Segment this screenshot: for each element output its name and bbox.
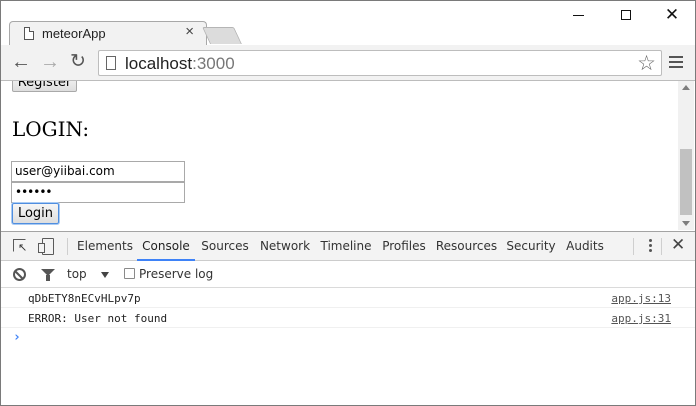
login-button[interactable]: Login: [12, 203, 59, 224]
console-prompt-icon[interactable]: ›: [13, 330, 21, 345]
preserve-log-checkbox[interactable]: [124, 268, 135, 279]
maximize-icon: [621, 10, 631, 21]
address-bar[interactable]: localhost:3000 ☆: [98, 50, 662, 76]
browser-window: meteorApp × ✕ ← → ↻ localhost:3000 ☆ Reg…: [0, 0, 696, 406]
console-source-link[interactable]: app.js:13: [611, 292, 671, 305]
scrollbar-thumb[interactable]: [680, 149, 692, 215]
reload-icon[interactable]: ↻: [67, 51, 89, 73]
device-mode-icon[interactable]: [38, 238, 54, 255]
scroll-down-icon[interactable]: [682, 221, 690, 226]
console-message-text: ERROR: User not found: [28, 312, 168, 325]
console-source-link[interactable]: app.js:31: [611, 312, 671, 325]
filter-icon[interactable]: [41, 269, 55, 281]
register-button[interactable]: Register: [12, 81, 77, 92]
bookmark-star-icon[interactable]: ☆: [637, 51, 656, 76]
url-host: localhost: [125, 54, 193, 73]
minimize-button[interactable]: [568, 5, 588, 25]
tab-network[interactable]: Network: [256, 232, 314, 261]
menu-icon[interactable]: [669, 56, 683, 70]
toolbar-divider: [67, 238, 68, 255]
page-scrollbar[interactable]: [678, 81, 694, 230]
browser-tab[interactable]: meteorApp ×: [9, 21, 207, 45]
new-tab-button[interactable]: [202, 27, 242, 44]
devtools-tab-bar: Elements Console Sources Network Timelin…: [1, 232, 695, 261]
title-bar: meteorApp × ✕: [1, 1, 695, 45]
tab-console[interactable]: Console: [137, 232, 195, 261]
toolbar-divider: [661, 238, 662, 255]
console-message-text: qDbETY8nECvHLpv7p: [28, 292, 141, 305]
password-field[interactable]: ••••••: [11, 182, 185, 203]
inspect-element-icon[interactable]: [12, 238, 28, 254]
more-options-icon[interactable]: [649, 239, 653, 255]
maximize-button[interactable]: [616, 5, 636, 25]
url-text: localhost:3000: [125, 54, 235, 74]
tab-title: meteorApp: [42, 26, 106, 41]
console-message: qDbETY8nECvHLpv7p app.js:13: [1, 288, 695, 308]
page-viewport: Register LOGIN: user@yiibai.com •••••• L…: [1, 81, 695, 230]
context-selector[interactable]: top: [67, 267, 87, 281]
browser-toolbar: ← → ↻ localhost:3000 ☆: [1, 45, 695, 81]
tab-close-icon[interactable]: ×: [185, 23, 194, 40]
tab-sources[interactable]: Sources: [198, 232, 252, 261]
toolbar-divider: [633, 238, 634, 255]
scroll-up-icon[interactable]: [682, 85, 690, 90]
clear-console-icon[interactable]: [13, 268, 26, 281]
devtools-panel: Elements Console Sources Network Timelin…: [1, 231, 695, 405]
email-field[interactable]: user@yiibai.com: [11, 161, 185, 182]
window-close-button[interactable]: ✕: [662, 5, 682, 25]
back-icon[interactable]: ←: [10, 51, 32, 73]
tab-security[interactable]: Security: [504, 232, 558, 261]
console-message: ERROR: User not found app.js:31: [1, 308, 695, 328]
tab-profiles[interactable]: Profiles: [379, 232, 429, 261]
tab-audits[interactable]: Audits: [563, 232, 607, 261]
login-heading: LOGIN:: [12, 117, 90, 141]
preserve-log-label[interactable]: Preserve log: [139, 267, 213, 281]
page-icon: [106, 56, 116, 70]
tab-resources[interactable]: Resources: [434, 232, 499, 261]
tab-timeline[interactable]: Timeline: [318, 232, 374, 261]
url-port: :3000: [192, 54, 235, 73]
forward-icon[interactable]: →: [39, 51, 61, 73]
chevron-down-icon[interactable]: [101, 272, 109, 278]
console-filter-bar: top Preserve log: [1, 261, 695, 288]
page-icon: [24, 27, 34, 40]
minimize-icon: [572, 14, 584, 16]
devtools-close-icon[interactable]: ✕: [671, 235, 685, 255]
tab-elements[interactable]: Elements: [75, 232, 135, 261]
